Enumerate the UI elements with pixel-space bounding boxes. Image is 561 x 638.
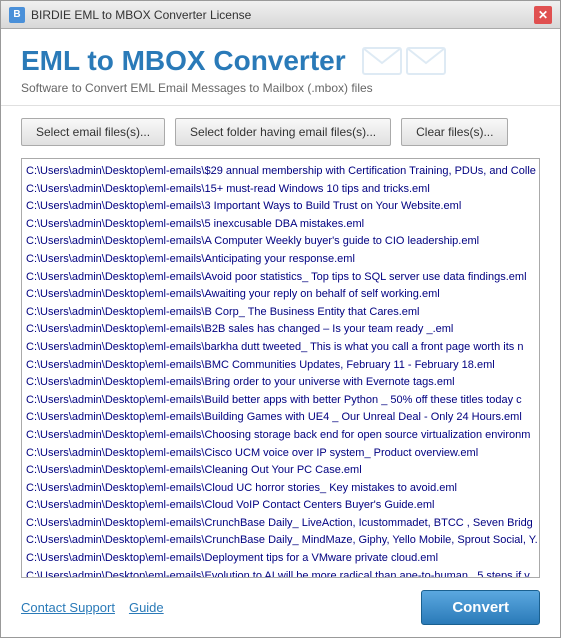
- list-item: C:\Users\admin\Desktop\eml-emails\Build …: [26, 392, 535, 410]
- select-files-button[interactable]: Select email files(s)...: [21, 118, 165, 146]
- header-section: EML to MBOX Converter Software to Conver…: [1, 29, 560, 106]
- list-item: C:\Users\admin\Desktop\eml-emails\Avoid …: [26, 269, 535, 287]
- list-item: C:\Users\admin\Desktop\eml-emails\Crunch…: [26, 532, 535, 550]
- footer-links: Contact Support Guide: [21, 600, 164, 615]
- list-item: C:\Users\admin\Desktop\eml-emails\Crunch…: [26, 515, 535, 533]
- app-icon: B: [9, 7, 25, 23]
- toolbar: Select email files(s)... Select folder h…: [1, 106, 560, 158]
- footer: Contact Support Guide Convert: [1, 578, 560, 637]
- list-item: C:\Users\admin\Desktop\eml-emails\Awaiti…: [26, 286, 535, 304]
- app-title-container: EML to MBOX Converter: [21, 45, 540, 77]
- close-button[interactable]: ✕: [534, 6, 552, 24]
- list-item: C:\Users\admin\Desktop\eml-emails\Antici…: [26, 251, 535, 269]
- envelope-icon-1: [362, 47, 402, 75]
- list-item: C:\Users\admin\Desktop\eml-emails\5 inex…: [26, 216, 535, 234]
- contact-support-link[interactable]: Contact Support: [21, 600, 115, 615]
- list-item: C:\Users\admin\Desktop\eml-emails\Cisco …: [26, 445, 535, 463]
- title-bar: B BIRDIE EML to MBOX Converter License ✕: [1, 1, 560, 29]
- main-window: B BIRDIE EML to MBOX Converter License ✕…: [0, 0, 561, 638]
- guide-link[interactable]: Guide: [129, 600, 164, 615]
- list-item: C:\Users\admin\Desktop\eml-emails\Evolut…: [26, 568, 535, 577]
- list-item: C:\Users\admin\Desktop\eml-emails\Bring …: [26, 374, 535, 392]
- select-folder-button[interactable]: Select folder having email files(s)...: [175, 118, 391, 146]
- list-item: C:\Users\admin\Desktop\eml-emails\Buildi…: [26, 409, 535, 427]
- list-item: C:\Users\admin\Desktop\eml-emails\B Corp…: [26, 304, 535, 322]
- list-item: C:\Users\admin\Desktop\eml-emails\$29 an…: [26, 163, 535, 181]
- app-subtitle: Software to Convert EML Email Messages t…: [21, 81, 540, 95]
- list-item: C:\Users\admin\Desktop\eml-emails\15+ mu…: [26, 181, 535, 199]
- list-item: C:\Users\admin\Desktop\eml-emails\A Comp…: [26, 233, 535, 251]
- list-item: C:\Users\admin\Desktop\eml-emails\barkha…: [26, 339, 535, 357]
- envelope-icon-2: [406, 47, 446, 75]
- file-list[interactable]: C:\Users\admin\Desktop\eml-emails\$29 an…: [22, 159, 539, 577]
- list-item: C:\Users\admin\Desktop\eml-emails\BMC Co…: [26, 357, 535, 375]
- list-item: C:\Users\admin\Desktop\eml-emails\B2B sa…: [26, 321, 535, 339]
- list-item: C:\Users\admin\Desktop\eml-emails\Cloud …: [26, 480, 535, 498]
- list-item: C:\Users\admin\Desktop\eml-emails\Cloud …: [26, 497, 535, 515]
- list-item: C:\Users\admin\Desktop\eml-emails\3 Impo…: [26, 198, 535, 216]
- app-title-text: EML to MBOX Converter: [21, 45, 346, 77]
- header-icons: [362, 47, 446, 75]
- file-list-container: C:\Users\admin\Desktop\eml-emails\$29 an…: [21, 158, 540, 578]
- list-item: C:\Users\admin\Desktop\eml-emails\Deploy…: [26, 550, 535, 568]
- convert-button[interactable]: Convert: [421, 590, 540, 625]
- title-bar-text: BIRDIE EML to MBOX Converter License: [31, 8, 534, 22]
- list-item: C:\Users\admin\Desktop\eml-emails\Cleani…: [26, 462, 535, 480]
- clear-files-button[interactable]: Clear files(s)...: [401, 118, 508, 146]
- list-item: C:\Users\admin\Desktop\eml-emails\Choosi…: [26, 427, 535, 445]
